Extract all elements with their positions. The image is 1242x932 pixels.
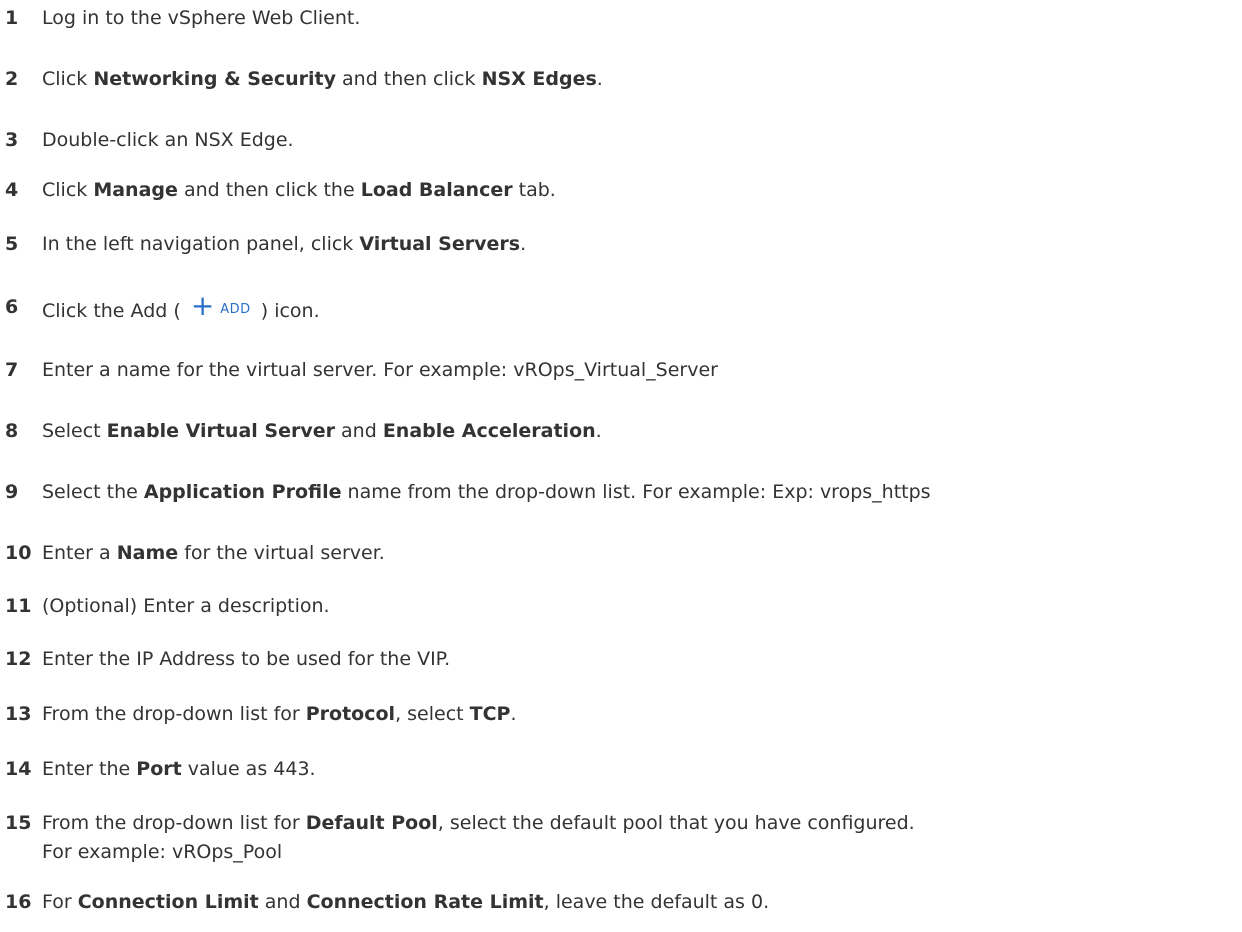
ui-term: Protocol	[305, 703, 396, 725]
step-text-fragment: Enter the	[42, 758, 137, 780]
step-text-fragment: .	[595, 420, 602, 442]
ui-term: Default Pool	[305, 812, 438, 834]
step-number: 2	[5, 68, 19, 90]
step-text-fragment: For	[42, 891, 78, 913]
step-text-fragment: Click	[42, 179, 94, 201]
step-text-fragment: Enter a	[42, 542, 117, 564]
step-text: Click the Add ( + ADD ) icon.	[42, 292, 320, 324]
step-text-fragment: From the drop-down list for	[42, 703, 306, 725]
step-text-fragment: value as 443.	[181, 758, 316, 780]
ui-term: Manage	[93, 179, 178, 201]
step-text-fragment: ) icon.	[254, 300, 320, 322]
step-number: 16	[5, 891, 32, 913]
step-text: (Optional) Enter a description.	[42, 593, 330, 619]
step-text: Select Enable Virtual Server and Enable …	[42, 418, 602, 444]
step-number: 6	[5, 296, 19, 318]
step-text: From the drop-down list for Protocol, se…	[42, 701, 517, 727]
step-text: Click Manage and then click the Load Bal…	[42, 177, 556, 203]
ui-term: Networking & Security	[93, 68, 336, 90]
step-number: 1	[5, 7, 19, 29]
step-text-fragment: , leave the default as 0.	[543, 891, 770, 913]
ui-term: Application Profile	[143, 481, 342, 503]
step-text-fragment: Enter a name for the virtual server. For…	[42, 359, 718, 381]
step-number: 12	[5, 648, 32, 670]
step-text-fragment: Select	[42, 420, 107, 442]
step-text: Enter a Name for the virtual server.	[42, 540, 385, 566]
step-number: 15	[5, 812, 32, 834]
step-text-fragment: name from the drop-down list. For exampl…	[341, 481, 931, 503]
step-number: 14	[5, 758, 32, 780]
step-number: 4	[5, 179, 19, 201]
step-text-fragment: From the drop-down list for	[42, 812, 306, 834]
step-number: 13	[5, 703, 32, 725]
ui-term: Enable Virtual Server	[106, 420, 335, 442]
ui-term: TCP	[469, 703, 511, 725]
step-text-fragment: and	[258, 891, 307, 913]
ui-term: Virtual Servers	[359, 233, 521, 255]
step-text: Select the Application Profile name from…	[42, 479, 931, 505]
step-text-fragment: and then click the	[177, 179, 361, 201]
step-text-fragment: Double-click an NSX Edge.	[42, 129, 294, 151]
step-number: 8	[5, 420, 19, 442]
step-text-fragment: and	[335, 420, 383, 442]
step-text: Click Networking & Security and then cli…	[42, 66, 603, 92]
step-text-fragment: Click	[42, 68, 94, 90]
ui-term: Port	[136, 758, 182, 780]
step-text: In the left navigation panel, click Virt…	[42, 231, 526, 257]
step-text: For Connection Limit and Connection Rate…	[42, 889, 769, 915]
step-number: 11	[5, 595, 32, 617]
step-number: 7	[5, 359, 19, 381]
add-icon: + ADD	[191, 292, 251, 323]
plus-icon: +	[190, 289, 215, 322]
step-text: From the drop-down list for Default Pool…	[42, 810, 915, 836]
step-text-fragment: .	[510, 703, 517, 725]
add-icon-label: ADD	[220, 302, 251, 317]
step-number: 3	[5, 129, 19, 151]
step-text-fragment: (Optional) Enter a description.	[42, 595, 330, 617]
ui-term: Connection Limit	[77, 891, 259, 913]
step-number: 9	[5, 481, 19, 503]
step-text-fragment: Click the Add (	[42, 300, 187, 322]
step-text: Enter the Port value as 443.	[42, 756, 316, 782]
step-text-fragment: , select	[395, 703, 470, 725]
ui-term: Connection Rate Limit	[306, 891, 544, 913]
ui-term: Name	[116, 542, 179, 564]
step-text: Double-click an NSX Edge.	[42, 127, 294, 153]
step-text-fragment: .	[520, 233, 527, 255]
step-number: 5	[5, 233, 19, 255]
step-number: 10	[5, 542, 32, 564]
step-text: Log in to the vSphere Web Client.	[42, 5, 360, 31]
step-text: Enter a name for the virtual server. For…	[42, 357, 718, 383]
ui-term: Enable Acceleration	[382, 420, 596, 442]
step-text-fragment: for the virtual server.	[178, 542, 385, 564]
step-text-fragment: , select the default pool that you have …	[437, 812, 915, 834]
step-text-fragment: Enter the IP Address to be used for the …	[42, 648, 451, 670]
ui-term: NSX Edges	[481, 68, 597, 90]
step-text-fragment: Select the	[42, 481, 144, 503]
ui-term: Load Balancer	[360, 179, 513, 201]
step-text-fragment: Log in to the vSphere Web Client.	[42, 7, 361, 29]
step-text-fragment: In the left navigation panel, click	[42, 233, 360, 255]
step-text-fragment: .	[596, 68, 603, 90]
step-text: Enter the IP Address to be used for the …	[42, 646, 450, 672]
step-text-continuation: For example: vROps_Pool	[42, 841, 283, 863]
step-text-fragment: and then click	[335, 68, 482, 90]
step-text-fragment: tab.	[512, 179, 556, 201]
